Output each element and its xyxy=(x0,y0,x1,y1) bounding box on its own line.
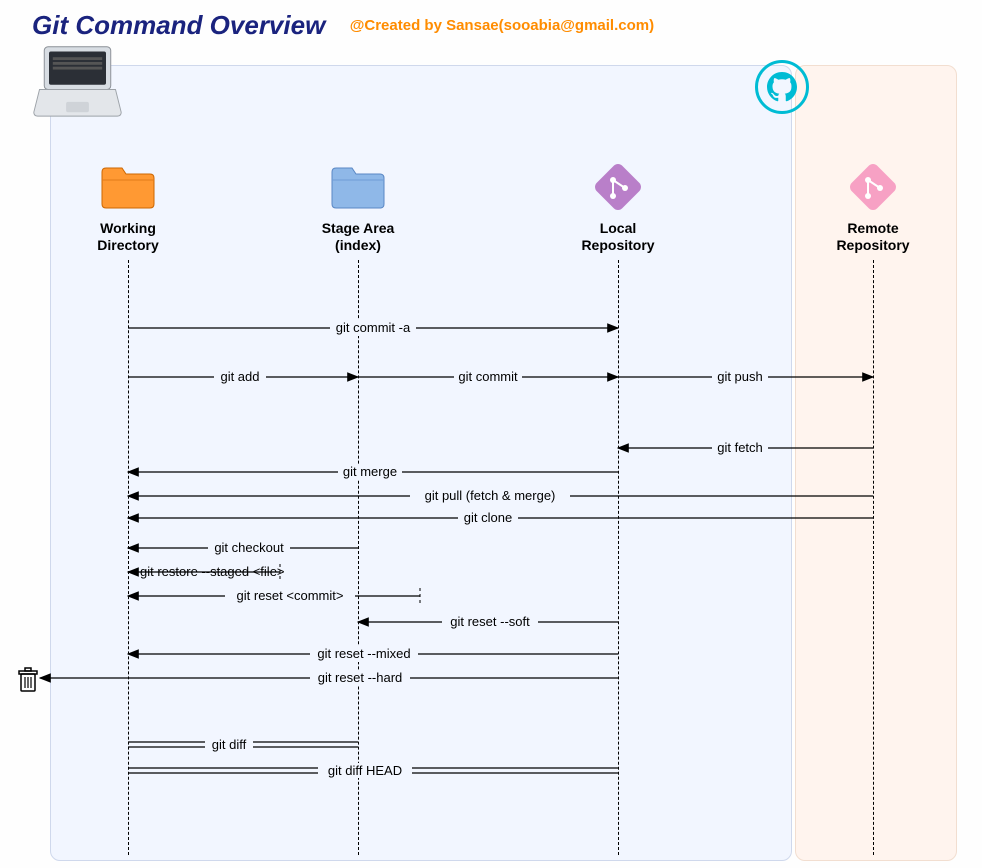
label-clone: git clone xyxy=(464,510,512,525)
label-checkout: git checkout xyxy=(214,540,284,555)
label-restore-staged: git restore --staged <file> xyxy=(140,564,285,579)
label-fetch: git fetch xyxy=(717,440,763,455)
label-reset-hard: git reset --hard xyxy=(318,670,403,685)
label-diff: git diff xyxy=(212,737,247,752)
label-reset-mixed: git reset --mixed xyxy=(317,646,410,661)
label-merge: git merge xyxy=(343,464,397,479)
label-commit: git commit xyxy=(458,369,518,384)
label-pull: git pull (fetch & merge) xyxy=(425,488,556,503)
label-reset-soft: git reset --soft xyxy=(450,614,530,629)
label-reset-commit: git reset <commit> xyxy=(237,588,344,603)
label-add: git add xyxy=(220,369,259,384)
label-diff-head: git diff HEAD xyxy=(328,763,402,778)
label-commit-a: git commit -a xyxy=(336,320,411,335)
arrows-layer: git commit -a git add git commit git pus… xyxy=(0,0,982,868)
label-push: git push xyxy=(717,369,763,384)
